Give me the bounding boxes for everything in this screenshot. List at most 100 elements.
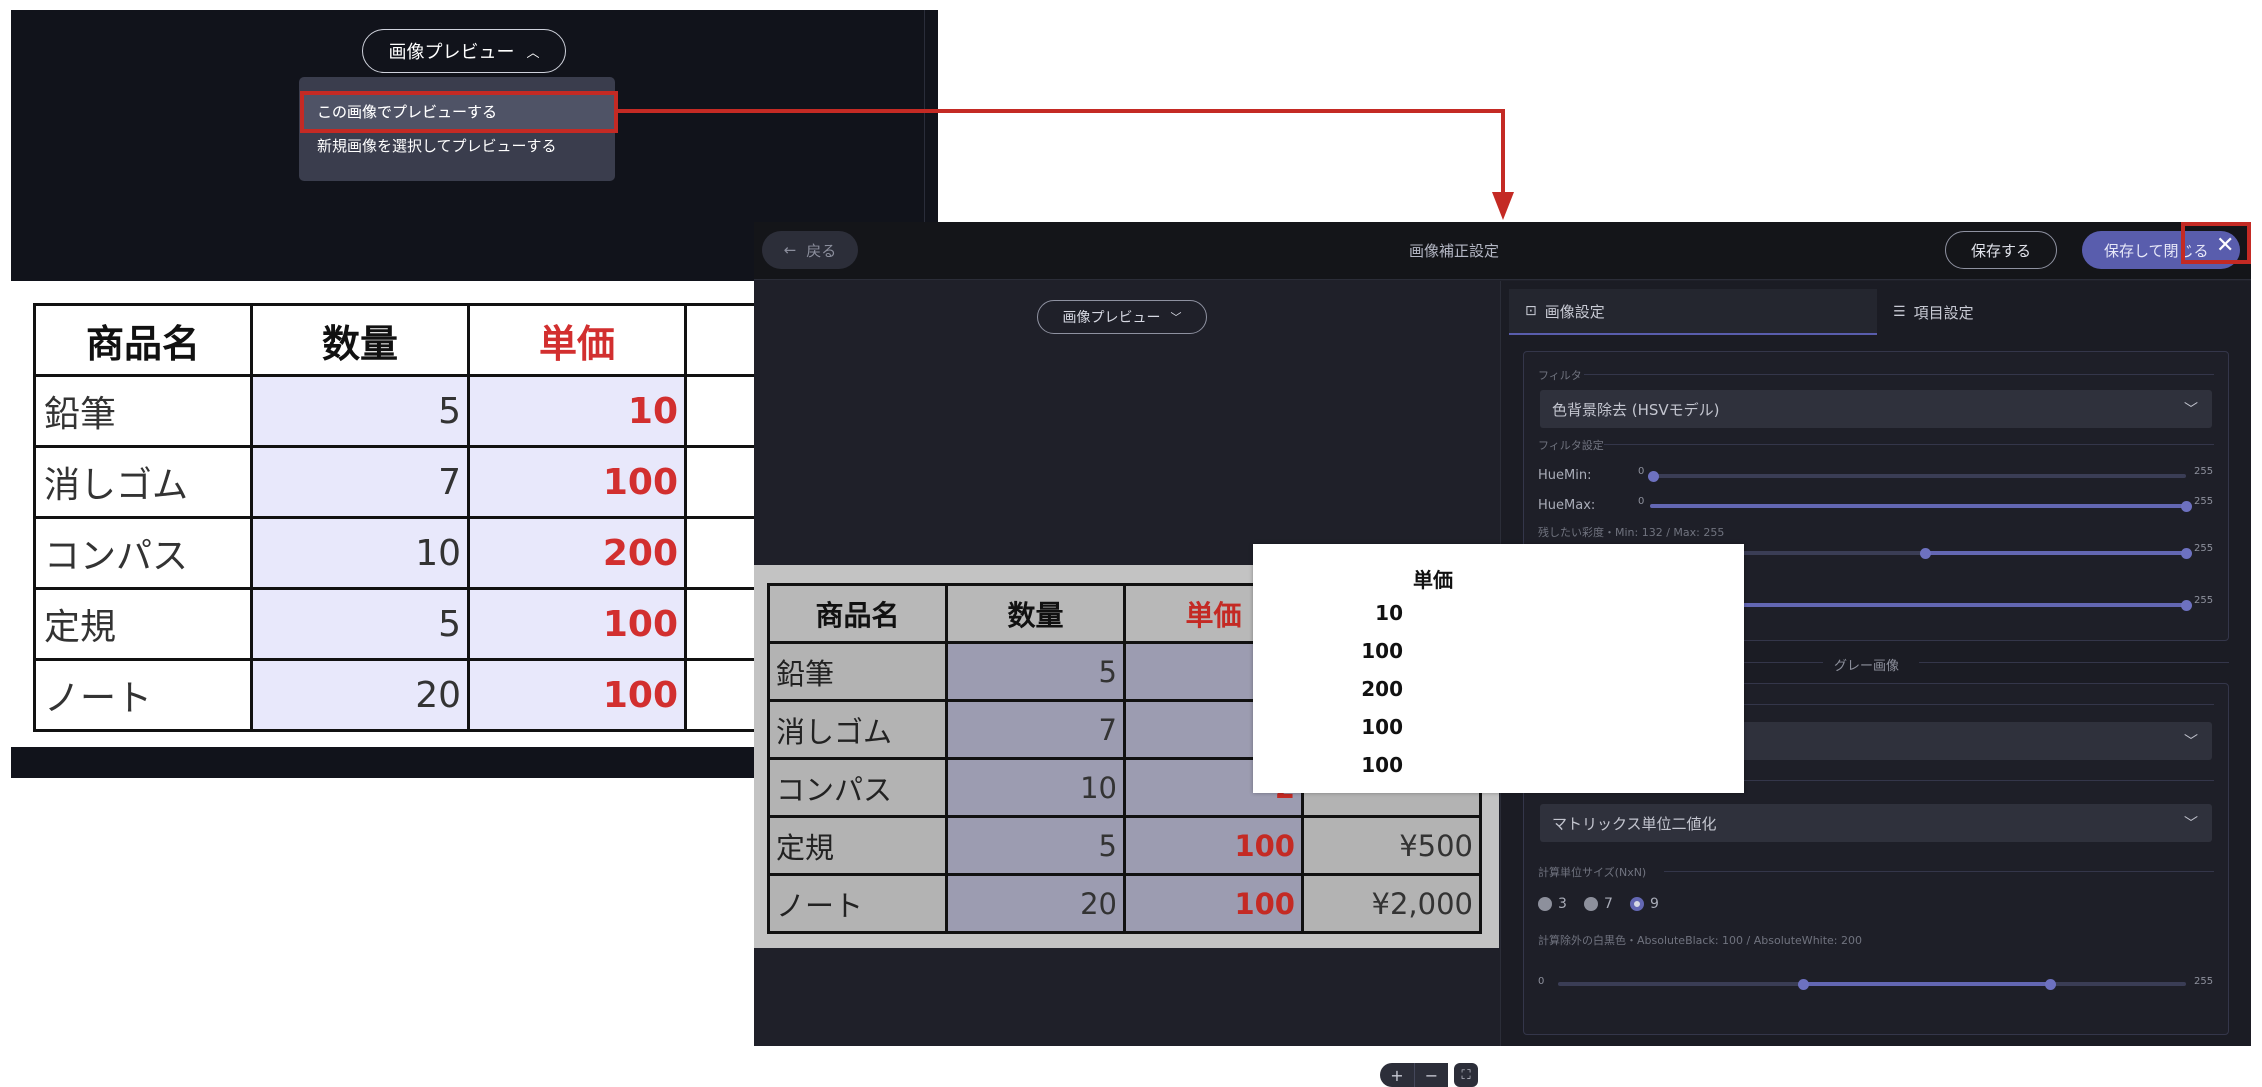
chevron-up-icon: ︿ <box>526 45 540 61</box>
table-cell: 消しゴム <box>767 699 948 760</box>
chevron-down-icon: ﹀ <box>2184 816 2198 832</box>
table-cell: 100 <box>467 587 687 661</box>
slider-min-tick: 0 <box>1538 976 1545 987</box>
menu-item-preview-new-image[interactable]: 新規画像を選択してプレビューする <box>317 135 557 156</box>
back-button[interactable]: ← 戻る <box>762 231 858 269</box>
dialog-header: ← 戻る 画像補正設定 保存する 保存して閉じる ✕ <box>754 222 2251 280</box>
value-max-thumb[interactable] <box>2181 600 2192 611</box>
slider-max-tick: 255 <box>2194 466 2214 477</box>
slider-max-tick: 255 <box>2194 595 2214 606</box>
popup-value: 100 <box>1361 715 1403 739</box>
divider <box>1664 871 2214 872</box>
arrow-head <box>1492 192 1514 220</box>
popup-value: 200 <box>1361 677 1403 701</box>
slider-max-tick: 255 <box>2194 543 2214 554</box>
binarize-select[interactable]: マトリックス単位二値化 ﹀ <box>1540 804 2212 842</box>
close-icon[interactable]: ✕ <box>2216 233 2234 258</box>
divider <box>1919 662 2229 663</box>
saturation-label: 残したい彩度・Min: 132 / Max: 255 <box>1538 526 1725 539</box>
table-header: 商品名 <box>33 303 253 377</box>
chevron-down-icon: ﹀ <box>2184 734 2198 750</box>
radio-label: 7 <box>1604 896 1613 912</box>
table-cell: 5 <box>250 374 470 448</box>
table-cell: ノート <box>767 873 948 934</box>
table-cell: 5 <box>250 587 470 661</box>
tab-label: 項目設定 <box>1913 303 1974 322</box>
slider-max-tick: 255 <box>2194 496 2214 507</box>
zoom-in-button[interactable]: + <box>1380 1063 1414 1087</box>
absolute-black-thumb[interactable] <box>1798 979 1809 990</box>
exclude-color-label: 計算除外の白黒色・AbsoluteBlack: 100 / AbsoluteWh… <box>1538 934 1862 947</box>
preview-dropdown-label: 画像プレビュー <box>388 42 515 63</box>
table-cell: 消しゴム <box>33 445 253 519</box>
menu-item-preview-this-image-label: この画像でプレビューする <box>317 103 498 121</box>
divider <box>1604 444 2214 445</box>
table-cell: 7 <box>250 445 470 519</box>
table-cell: 10 <box>945 757 1126 818</box>
back-label: 戻る <box>806 241 837 260</box>
filter-select[interactable]: 色背景除去 (HSVモデル) ﹀ <box>1540 390 2212 428</box>
table-cell: 7 <box>945 699 1126 760</box>
image-settings-icon: ⊡ <box>1525 303 1537 319</box>
divider <box>1584 374 2214 375</box>
preview-dropdown-label: 画像プレビュー <box>1062 310 1161 326</box>
table-row: ノート 20 100 ¥2,000 <box>767 873 1482 934</box>
radio-size-9[interactable]: 9 <box>1630 896 1659 912</box>
table-cell: 定規 <box>33 587 253 661</box>
table-row: 鉛筆 5 10 <box>33 374 766 448</box>
chevron-down-icon: ﹀ <box>2184 402 2198 418</box>
table-cell: 100 <box>1123 815 1304 876</box>
popup-header: 単価 <box>1413 568 1453 592</box>
table-cell: 定規 <box>767 815 948 876</box>
hue-max-label: HueMax: <box>1538 498 1596 513</box>
table-cell: ¥2,000 <box>1301 873 1482 934</box>
arrow-left-icon: ← <box>783 241 797 259</box>
saturation-slider-fill <box>1926 551 2186 555</box>
zoom-controls: + − ⛶ <box>1380 1063 1490 1087</box>
table-cell: コンパス <box>33 516 253 590</box>
hue-min-slider-thumb[interactable] <box>1648 471 1659 482</box>
table-cell: 5 <box>945 641 1126 702</box>
table-row: 定規 5 100 <box>33 587 766 661</box>
tab-image-settings[interactable]: ⊡ 画像設定 <box>1509 289 1877 335</box>
slider-max-tick: 255 <box>2194 976 2214 987</box>
filter-section-label: フィルタ <box>1538 369 1582 382</box>
radio-dot <box>1584 897 1598 911</box>
table-row: コンパス 10 200 <box>33 516 766 590</box>
table-cell: 5 <box>945 815 1126 876</box>
saturation-max-thumb[interactable] <box>2181 548 2192 559</box>
hue-max-slider-thumb[interactable] <box>2181 501 2192 512</box>
filter-settings-label: フィルタ設定 <box>1538 439 1604 452</box>
radio-size-7[interactable]: 7 <box>1584 896 1613 912</box>
binarize-select-value: マトリックス単位二値化 <box>1552 814 1717 833</box>
checklist-icon: ☰ <box>1893 304 1906 320</box>
table-header: 単価 <box>467 303 687 377</box>
ocr-result-popup: 単価 10 100 200 100 100 <box>1253 544 1744 793</box>
preview-dropdown-button[interactable]: 画像プレビュー ︿ <box>362 29 566 73</box>
hue-max-slider-fill <box>1650 504 2186 508</box>
preview-dropdown-button[interactable]: 画像プレビュー ﹀ <box>1037 300 1207 334</box>
radio-label: 9 <box>1650 896 1659 912</box>
hue-min-label: HueMin: <box>1538 468 1592 483</box>
saturation-min-thumb[interactable] <box>1920 548 1931 559</box>
table-cell: 鉛筆 <box>767 641 948 702</box>
tab-label: 画像設定 <box>1544 302 1605 321</box>
save-button[interactable]: 保存する <box>1945 231 2057 269</box>
table-row: 定規 5 100 ¥500 <box>767 815 1482 876</box>
table-header: 数量 <box>945 583 1126 644</box>
table-cell: 10 <box>250 516 470 590</box>
table-cell: ¥500 <box>1301 815 1482 876</box>
source-table: 商品名 数量 単価 鉛筆 5 10 消しゴム 7 100 コンパス 10 200… <box>33 303 766 732</box>
table-cell: 200 <box>467 516 687 590</box>
slider-min-tick: 0 <box>1638 466 1645 477</box>
chevron-down-icon: ﹀ <box>1170 311 1182 324</box>
dialog-title: 画像補正設定 <box>1408 242 1499 260</box>
slider-min-tick: 0 <box>1638 496 1645 507</box>
tab-item-settings[interactable]: ☰ 項目設定 <box>1877 289 2237 335</box>
popup-value: 10 <box>1375 601 1403 625</box>
radio-size-3[interactable]: 3 <box>1538 896 1567 912</box>
zoom-out-button[interactable]: − <box>1414 1063 1448 1087</box>
fullscreen-icon[interactable]: ⛶ <box>1454 1063 1478 1087</box>
absolute-white-thumb[interactable] <box>2045 979 2056 990</box>
table-cell: 100 <box>467 658 687 732</box>
